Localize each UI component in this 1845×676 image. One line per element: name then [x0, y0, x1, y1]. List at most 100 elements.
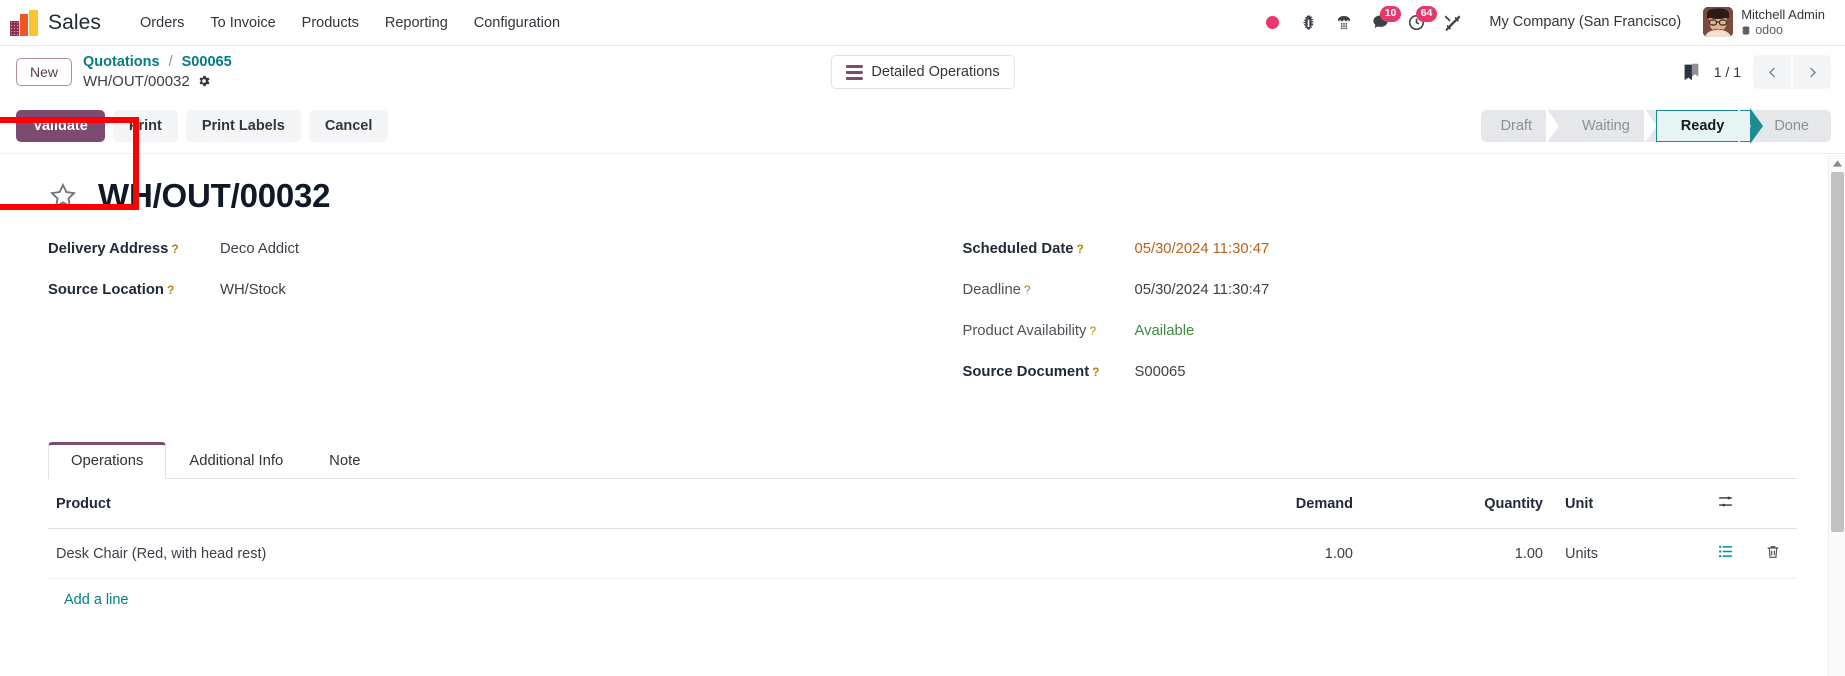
breadcrumb-current: WH/OUT/00032 [83, 72, 190, 90]
menu-orders[interactable]: Orders [127, 9, 197, 37]
question-mark-icon[interactable]: ? [1092, 365, 1099, 379]
add-line-row: Add a line [48, 579, 1797, 622]
status-step-waiting[interactable]: Waiting [1557, 109, 1656, 142]
menu-products[interactable]: Products [289, 9, 372, 37]
column-header-unit: Unit [1551, 479, 1701, 529]
gear-icon[interactable] [197, 74, 211, 88]
status-step-ready[interactable]: Ready [1655, 109, 1751, 142]
cell-demand[interactable]: 1.00 [1151, 528, 1361, 579]
company-selector[interactable]: My Company (San Francisco) [1481, 8, 1689, 36]
field-label-product-availability: Product Availability? [962, 323, 1097, 339]
tab-operations[interactable]: Operations [48, 442, 167, 479]
cancel-button[interactable]: Cancel [308, 109, 389, 142]
operations-table: Product Demand Quantity Unit Desk Chair … [48, 479, 1797, 621]
menu-to-invoice[interactable]: To Invoice [197, 9, 288, 37]
scrollbar-thumb[interactable] [1831, 172, 1844, 532]
user-avatar [1703, 7, 1734, 38]
field-source-location: Source Location? WH/Stock [48, 282, 923, 306]
vertical-scrollbar[interactable] [1828, 155, 1845, 676]
user-database: odoo [1741, 23, 1825, 38]
breadcrumb-separator: / [168, 54, 173, 71]
field-deadline: Deadline? 05/30/2024 11:30:47 [963, 282, 1798, 306]
menu-reporting[interactable]: Reporting [372, 9, 461, 37]
field-value-delivery-address[interactable]: Deco Addict [220, 241, 299, 257]
cell-detail-action[interactable] [1701, 528, 1749, 579]
question-mark-icon[interactable]: ? [1024, 283, 1031, 297]
user-menu[interactable]: Mitchell Admin odoo [1697, 4, 1831, 40]
messages-counter[interactable]: 10 [1363, 5, 1402, 39]
user-name: Mitchell Admin [1741, 7, 1825, 23]
field-value-deadline[interactable]: 05/30/2024 11:30:47 [1135, 282, 1270, 298]
field-value-source-document[interactable]: S00065 [1135, 364, 1186, 380]
sliders-settings-icon[interactable] [1717, 493, 1734, 510]
record-title-row: WH/OUT/00032 [48, 177, 1797, 215]
sales-bar-chart-logo[interactable] [10, 9, 40, 36]
list-detail-icon[interactable] [1717, 543, 1734, 560]
tab-note[interactable]: Note [306, 442, 383, 479]
breadcrumb-quotations[interactable]: Quotations [83, 54, 160, 70]
new-record-button[interactable]: New [16, 58, 73, 86]
scroll-up-arrow-icon[interactable] [1829, 155, 1845, 172]
question-mark-icon[interactable]: ? [1089, 324, 1096, 338]
column-header-demand: Demand [1151, 479, 1361, 529]
field-value-product-availability: Available [1134, 323, 1195, 339]
question-mark-icon[interactable]: ? [167, 283, 174, 297]
question-mark-icon[interactable]: ? [1077, 242, 1084, 256]
wrench-screwdriver-icon[interactable] [1435, 5, 1469, 39]
control-panel-actions-row: Validate Print Print Labels Cancel Draft… [0, 98, 1845, 154]
control-panel-breadcrumb-row: New Quotations / S00065 WH/OUT/00032 Det… [0, 46, 1845, 98]
database-icon [1742, 25, 1750, 35]
cell-unit[interactable]: Units [1551, 528, 1701, 579]
question-mark-icon[interactable]: ? [171, 242, 178, 256]
phone-dialpad-icon[interactable] [1327, 5, 1361, 39]
add-a-line-button[interactable]: Add a line [56, 579, 137, 621]
messages-badge: 10 [1379, 6, 1402, 22]
field-delivery-address: Delivery Address? Deco Addict [48, 241, 923, 265]
tab-additional-info[interactable]: Additional Info [166, 442, 306, 479]
print-labels-button[interactable]: Print Labels [185, 109, 301, 142]
cell-product[interactable]: Desk Chair (Red, with head rest) [48, 528, 1151, 579]
page-title: WH/OUT/00032 [98, 177, 331, 214]
column-header-product: Product [48, 479, 1151, 529]
status-bar: Draft Waiting Ready Done [1480, 109, 1831, 142]
chevron-right-icon[interactable] [1793, 55, 1831, 89]
cell-delete-action[interactable] [1749, 528, 1797, 579]
notebook-tabs: Operations Additional Info Note [48, 441, 1797, 479]
top-navbar: Sales Orders To Invoice Products Reporti… [0, 0, 1845, 46]
validate-button[interactable]: Validate [16, 109, 105, 142]
column-header-quantity: Quantity [1361, 479, 1551, 529]
form-sheet-container: WH/OUT/00032 Delivery Address? Deco Addi… [0, 155, 1845, 676]
column-header-spacer [1749, 479, 1797, 529]
form-column-right: Scheduled Date? 05/30/2024 11:30:47 Dead… [923, 241, 1798, 405]
field-product-availability: Product Availability? Available [963, 323, 1798, 347]
bookmark-icon[interactable] [1680, 61, 1702, 83]
field-scheduled-date: Scheduled Date? 05/30/2024 11:30:47 [963, 241, 1798, 265]
trash-icon[interactable] [1765, 544, 1781, 560]
field-label-source-location: Source Location? [48, 282, 175, 298]
pager-count[interactable]: 1 / 1 [1714, 64, 1741, 80]
cell-quantity[interactable]: 1.00 [1361, 528, 1551, 579]
red-record-dot-icon[interactable] [1255, 5, 1289, 39]
breadcrumb: Quotations / S00065 WH/OUT/00032 [83, 53, 232, 91]
chevron-left-icon[interactable] [1753, 55, 1791, 89]
field-value-source-location[interactable]: WH/Stock [220, 282, 286, 298]
field-value-scheduled-date[interactable]: 05/30/2024 11:30:47 [1135, 241, 1270, 257]
list-lines-icon [845, 64, 863, 80]
activities-counter[interactable]: 64 [1399, 5, 1438, 39]
user-database-label: odoo [1755, 22, 1783, 37]
breadcrumb-s00065[interactable]: S00065 [182, 54, 232, 70]
table-header-row: Product Demand Quantity Unit [48, 479, 1797, 529]
print-button[interactable]: Print [112, 109, 178, 142]
form-fields: Delivery Address? Deco Addict Source Loc… [48, 241, 1797, 405]
status-step-draft[interactable]: Draft [1480, 109, 1558, 142]
form-column-left: Delivery Address? Deco Addict Source Loc… [48, 241, 923, 405]
star-outline-icon[interactable] [48, 181, 78, 211]
systray: 10 64 My Company (San Francisco) Mitchel… [1255, 4, 1831, 40]
bug-icon[interactable] [1291, 5, 1325, 39]
app-brand-sales[interactable]: Sales [48, 11, 101, 35]
activities-badge: 64 [1415, 6, 1438, 22]
detailed-operations-button[interactable]: Detailed Operations [830, 55, 1015, 89]
menu-configuration[interactable]: Configuration [461, 9, 573, 37]
column-options-button[interactable] [1701, 479, 1749, 529]
table-row[interactable]: Desk Chair (Red, with head rest) 1.00 1.… [48, 528, 1797, 579]
